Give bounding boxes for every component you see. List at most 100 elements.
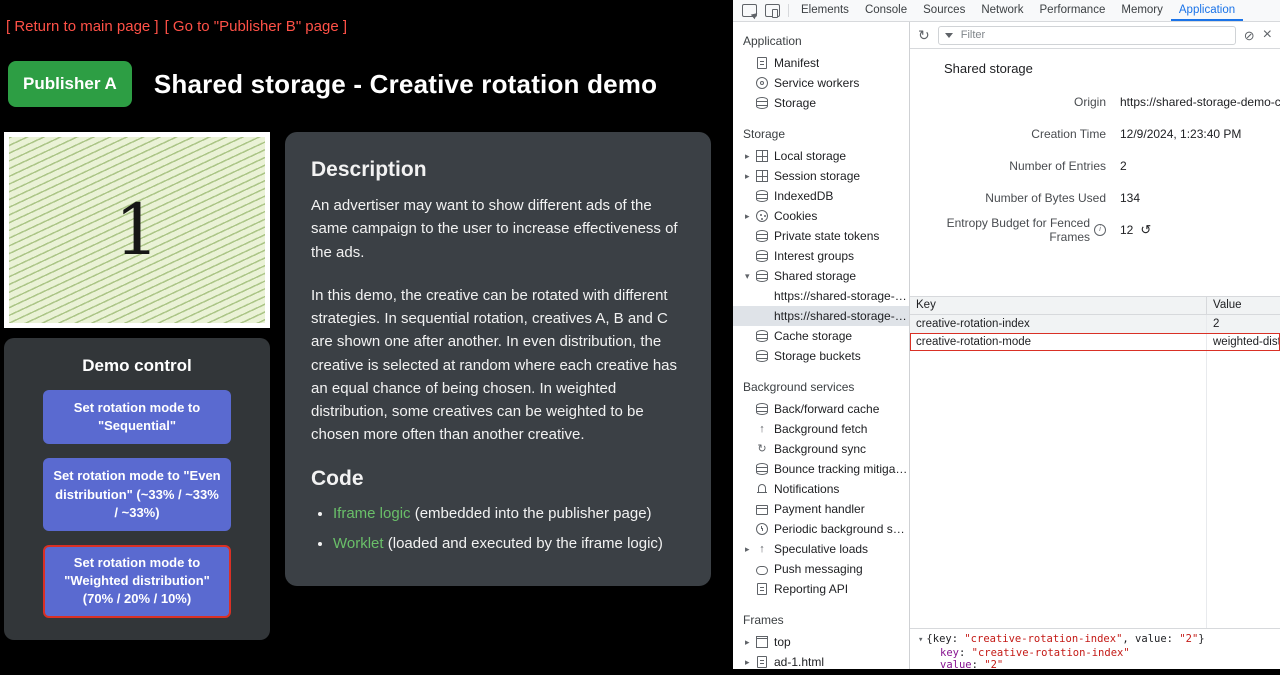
sidebar-item[interactable]: IndexedDB	[733, 186, 909, 206]
chevron-right-icon[interactable]: ▸	[745, 171, 756, 182]
sidebar-item[interactable]: https://shared-storage-d…	[733, 306, 909, 326]
sidebar-item[interactable]: ▸ Local storage	[733, 146, 909, 166]
sidebar-item[interactable]: Private state tokens	[733, 226, 909, 246]
sidebar-item[interactable]: ↑Background fetch	[733, 419, 909, 439]
devtools-tabbar: ElementsConsoleSourcesNetworkPerformance…	[733, 0, 1280, 22]
device-toolbar-icon[interactable]	[765, 4, 780, 17]
filter-icon	[945, 33, 953, 38]
rotation-mode-button-2[interactable]: Set rotation mode to "Even distribution"…	[43, 458, 231, 531]
sidebar-item[interactable]: Payment handler	[733, 499, 909, 519]
sidebar-item-label: Payment handler	[774, 502, 865, 516]
sidebar-item[interactable]: Service workers	[733, 73, 909, 93]
bell-icon	[756, 483, 768, 495]
gear-icon	[756, 77, 768, 89]
column-header-key[interactable]: Key	[910, 297, 1207, 314]
devtools-tab-memory[interactable]: Memory	[1113, 0, 1171, 21]
creative-number: 1	[115, 189, 160, 271]
preview-value: "creative-rotation-index"	[972, 647, 1130, 659]
sidebar-item[interactable]: ▸top	[733, 632, 909, 652]
refresh-icon[interactable]: ↻	[918, 28, 930, 42]
metadata-value: 134	[1120, 191, 1140, 205]
sidebar-item-label: Storage	[774, 96, 816, 110]
devtools-tabs: ElementsConsoleSourcesNetworkPerformance…	[793, 0, 1243, 21]
sidebar-item[interactable]: Manifest	[733, 53, 909, 73]
sidebar-item-label: https://shared-storage-d…	[774, 309, 909, 323]
metadata-row: Number of Bytes Used134	[910, 182, 1280, 214]
iframe-logic-link[interactable]: Iframe logic	[333, 505, 411, 522]
expand-caret-icon[interactable]: ▾	[918, 635, 923, 645]
description-panel: Description An advertiser may want to sh…	[285, 132, 711, 586]
preview-segment: {key:	[926, 633, 964, 645]
code-item-text: (loaded and executed by the iframe logic…	[384, 535, 663, 552]
devtools-tab-application[interactable]: Application	[1171, 0, 1243, 21]
storage-entry-row[interactable]: creative-rotation-modeweighted-dist	[910, 333, 1280, 351]
sidebar-item[interactable]: ↻Background sync	[733, 439, 909, 459]
chevron-right-icon[interactable]: ▸	[745, 544, 756, 555]
table-header: Key Value	[910, 296, 1280, 315]
panel-toolbar: ↻ ⊘ ×	[910, 22, 1280, 49]
sidebar-item[interactable]: Storage	[733, 93, 909, 113]
publisher-badge: Publisher A	[8, 61, 132, 107]
sidebar-item-label: Storage buckets	[774, 349, 861, 363]
sync-icon: ↻	[756, 443, 768, 455]
database-icon	[756, 350, 768, 362]
database-icon	[756, 190, 768, 202]
cloud-icon	[756, 563, 768, 575]
publisher-b-link[interactable]: [ Go to "Publisher B" page ]	[165, 18, 347, 35]
chevron-right-icon[interactable]: ▸	[745, 151, 756, 162]
screenshot-root: [ Return to main page ] [ Go to "Publishe…	[0, 0, 1280, 675]
preview-summary: {key: "creative-rotation-index", value: …	[926, 633, 1204, 645]
chevron-down-icon[interactable]: ▾	[745, 271, 756, 282]
sidebar-section-title: Application	[733, 28, 909, 53]
sidebar-item-label: ad-1.html	[774, 655, 824, 669]
worklet-link[interactable]: Worklet	[333, 535, 384, 552]
metadata-row: Number of Entries2	[910, 150, 1280, 182]
column-header-value[interactable]: Value	[1207, 297, 1280, 314]
table-empty-area	[910, 351, 1280, 628]
preview-colon: :	[959, 647, 972, 659]
clear-block-icon[interactable]: ⊘	[1244, 29, 1255, 42]
chevron-right-icon[interactable]: ▸	[745, 211, 756, 222]
rotation-mode-button-1[interactable]: Set rotation mode to "Sequential"	[43, 390, 231, 444]
devtools-tab-console[interactable]: Console	[857, 0, 915, 21]
entry-key-cell: creative-rotation-index	[910, 315, 1207, 333]
inspect-element-icon[interactable]	[742, 4, 757, 17]
sidebar-item[interactable]: ▸↑Speculative loads	[733, 539, 909, 559]
chevron-right-icon[interactable]: ▸	[745, 657, 756, 668]
sidebar-item[interactable]: Periodic background s…	[733, 519, 909, 539]
preview-entries: key: "creative-rotation-index"value: "2"	[918, 647, 1272, 671]
devtools-tab-sources[interactable]: Sources	[915, 0, 973, 21]
frame-icon	[756, 636, 768, 648]
sidebar-item[interactable]: Push messaging	[733, 559, 909, 579]
sidebar-item[interactable]: Storage buckets	[733, 346, 909, 366]
devtools-tab-network[interactable]: Network	[973, 0, 1031, 21]
sidebar-item[interactable]: Cache storage	[733, 326, 909, 346]
reset-icon[interactable]: ↺	[1140, 222, 1151, 238]
grid-icon	[756, 170, 768, 182]
page-title: Shared storage - Creative rotation demo	[154, 69, 657, 100]
panel-title: Shared storage	[944, 61, 1280, 76]
close-icon[interactable]: ×	[1263, 27, 1272, 43]
sidebar-item[interactable]: Notifications	[733, 479, 909, 499]
filter-box[interactable]	[938, 26, 1236, 45]
sidebar-item-label: Local storage	[774, 149, 846, 163]
filter-input[interactable]	[959, 28, 1229, 42]
devtools-tab-performance[interactable]: Performance	[1032, 0, 1114, 21]
sidebar-item[interactable]: Back/forward cache	[733, 399, 909, 419]
demo-control-title: Demo control	[4, 356, 270, 376]
return-main-link[interactable]: [ Return to main page ]	[6, 18, 159, 35]
sidebar-item[interactable]: ▾Shared storage	[733, 266, 909, 286]
storage-entry-row[interactable]: creative-rotation-index2	[910, 315, 1280, 333]
sidebar-item[interactable]: Interest groups	[733, 246, 909, 266]
chevron-right-icon[interactable]: ▸	[745, 637, 756, 648]
sidebar-item-label: Bounce tracking mitiga…	[774, 462, 907, 476]
rotation-mode-button-3[interactable]: Set rotation mode to "Weighted distribut…	[43, 545, 231, 618]
sidebar-item[interactable]: Reporting API	[733, 579, 909, 599]
sidebar-item[interactable]: ▸Cookies	[733, 206, 909, 226]
sidebar-item[interactable]: Bounce tracking mitiga…	[733, 459, 909, 479]
sidebar-item[interactable]: ▸Session storage	[733, 166, 909, 186]
sidebar-item[interactable]: https://shared-storage-d…	[733, 286, 909, 306]
bottom-strip	[0, 669, 1280, 675]
clock-icon	[756, 523, 768, 535]
devtools-tab-elements[interactable]: Elements	[793, 0, 857, 21]
